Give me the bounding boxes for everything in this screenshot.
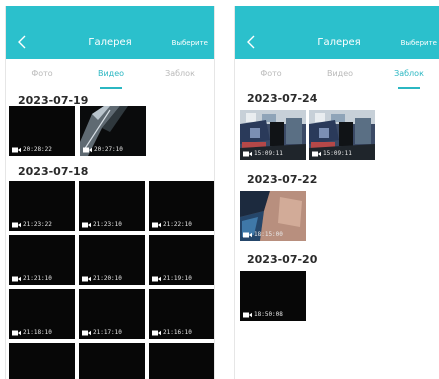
video-time: 20:27:10: [94, 146, 123, 153]
screen-locked-tab: Галерея Выберите Фото Видео Заблок 2023-…: [234, 6, 439, 379]
video-camera-icon: [12, 222, 21, 227]
app-bar: Галерея Выберите: [6, 6, 214, 59]
video-camera-icon: [152, 276, 161, 281]
video-time: 21:21:10: [23, 275, 52, 282]
video-meta: 21:21:10: [12, 275, 52, 282]
video-thumbnail[interactable]: 21:23:10: [79, 181, 145, 231]
video-time: 15:09:11: [254, 150, 283, 157]
tab-locked[interactable]: Заблок: [150, 69, 210, 78]
video-time: 21:19:10: [163, 275, 192, 282]
video-camera-icon: [82, 330, 91, 335]
active-tab-indicator: [398, 87, 420, 89]
video-camera-icon: [12, 330, 21, 335]
video-thumbnail[interactable]: 15:09:11: [309, 110, 375, 160]
screen-video-tab: Галерея Выберите Фото Видео Заблок 2023-…: [5, 6, 215, 379]
video-camera-icon: [243, 151, 252, 156]
video-thumbnail[interactable]: 21:18:10: [9, 289, 75, 339]
tab-photo[interactable]: Фото: [241, 69, 301, 78]
active-tab-indicator: [100, 87, 122, 89]
video-camera-icon: [243, 232, 252, 237]
video-thumbnail[interactable]: 20:27:10: [80, 106, 146, 156]
video-thumbnail[interactable]: [79, 343, 145, 379]
video-camera-icon: [243, 312, 252, 317]
video-time: 18:50:08: [254, 311, 283, 318]
video-meta: 21:20:10: [82, 275, 122, 282]
select-button[interactable]: Выберите: [172, 39, 208, 47]
video-time: 21:16:10: [163, 329, 192, 336]
tab-bar: Фото Видео Заблок: [235, 59, 439, 89]
date-heading: 2023-07-18: [18, 165, 89, 178]
video-thumbnail[interactable]: 21:19:10: [149, 235, 214, 285]
video-time: 18:15:00: [254, 231, 283, 238]
video-meta: 21:23:10: [82, 221, 122, 228]
video-time: 20:28:22: [23, 146, 52, 153]
video-meta: 21:18:10: [12, 329, 52, 336]
video-meta: 18:15:00: [243, 231, 283, 238]
video-time: 21:17:10: [93, 329, 122, 336]
tab-photo[interactable]: Фото: [12, 69, 72, 78]
video-thumbnail[interactable]: 18:50:08: [240, 271, 306, 321]
video-meta: 15:09:11: [243, 150, 283, 157]
video-time: 21:20:10: [93, 275, 122, 282]
video-time: 21:22:10: [163, 221, 192, 228]
video-time: 21:23:10: [93, 221, 122, 228]
video-thumbnail[interactable]: 18:15:00: [240, 191, 306, 241]
video-camera-icon: [83, 147, 92, 152]
video-meta: 21:22:10: [152, 221, 192, 228]
app-bar: Галерея Выберите: [235, 6, 439, 59]
video-meta: 21:16:10: [152, 329, 192, 336]
date-heading: 2023-07-22: [247, 173, 318, 186]
tab-video[interactable]: Видео: [81, 69, 141, 78]
video-meta: 21:17:10: [82, 329, 122, 336]
video-thumbnail[interactable]: 21:23:22: [9, 181, 75, 231]
video-camera-icon: [152, 330, 161, 335]
video-meta: 20:27:10: [83, 146, 123, 153]
tab-video[interactable]: Видео: [310, 69, 370, 78]
video-meta: 21:19:10: [152, 275, 192, 282]
video-thumbnail[interactable]: 21:16:10: [149, 289, 214, 339]
date-heading: 2023-07-24: [247, 92, 318, 105]
video-time: 15:09:11: [323, 150, 352, 157]
video-thumbnail[interactable]: 21:20:10: [79, 235, 145, 285]
video-meta: 20:28:22: [12, 146, 52, 153]
video-meta: 15:09:11: [312, 150, 352, 157]
video-camera-icon: [12, 276, 21, 281]
video-thumbnail[interactable]: 21:22:10: [149, 181, 214, 231]
video-meta: 18:50:08: [243, 311, 283, 318]
video-thumbnail[interactable]: [149, 343, 214, 379]
date-heading: 2023-07-20: [247, 253, 318, 266]
tab-bar: Фото Видео Заблок: [6, 59, 214, 89]
video-thumbnail[interactable]: 21:17:10: [79, 289, 145, 339]
select-button[interactable]: Выберите: [401, 39, 437, 47]
video-camera-icon: [152, 222, 161, 227]
video-camera-icon: [82, 222, 91, 227]
video-thumbnail[interactable]: [9, 343, 75, 379]
video-time: 21:23:22: [23, 221, 52, 228]
video-camera-icon: [12, 147, 21, 152]
video-thumbnail[interactable]: 15:09:11: [240, 110, 306, 160]
video-time: 21:18:10: [23, 329, 52, 336]
video-meta: 21:23:22: [12, 221, 52, 228]
video-camera-icon: [82, 276, 91, 281]
video-camera-icon: [312, 151, 321, 156]
video-thumbnail[interactable]: 20:28:22: [9, 106, 75, 156]
video-thumbnail[interactable]: 21:21:10: [9, 235, 75, 285]
tab-locked[interactable]: Заблок: [379, 69, 439, 78]
